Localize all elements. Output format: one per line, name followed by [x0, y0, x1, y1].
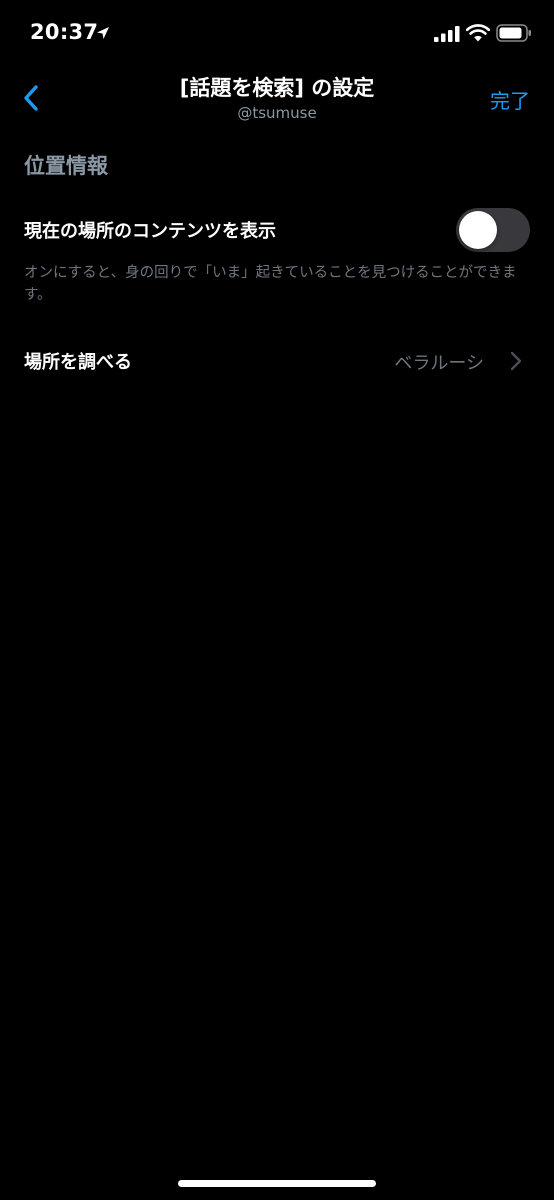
status-time: 20:37 — [30, 20, 99, 44]
show-local-content-description: オンにすると、身の回りで「いま」起きていることを見つけることができます。 — [24, 265, 517, 303]
section-header-location: 位置情報 — [24, 154, 108, 178]
explore-locations-row[interactable]: 場所を調べる ベラルーシ — [0, 332, 554, 390]
wifi-icon — [466, 24, 490, 42]
toggle-knob — [459, 211, 497, 249]
status-bar: 20:37 — [0, 0, 554, 66]
chevron-right-icon — [510, 351, 522, 371]
chevron-left-icon — [24, 85, 38, 111]
done-button[interactable]: 完了 — [490, 85, 530, 114]
back-button[interactable] — [14, 80, 48, 116]
explore-locations-label: 場所を調べる — [24, 352, 132, 373]
show-local-content-label: 現在の場所のコンテンツを表示 — [24, 221, 276, 242]
page-title: [話題を検索] の設定 — [179, 76, 375, 100]
show-local-content-toggle[interactable] — [456, 208, 530, 252]
home-indicator[interactable] — [178, 1180, 376, 1187]
account-handle: @tsumuse — [237, 104, 317, 122]
signal-icon — [434, 26, 460, 42]
show-local-content-row: 現在の場所のコンテンツを表示 — [0, 200, 554, 260]
battery-icon — [496, 24, 531, 42]
selected-location-value: ベラルーシ — [394, 353, 484, 374]
location-arrow-icon — [97, 27, 109, 39]
